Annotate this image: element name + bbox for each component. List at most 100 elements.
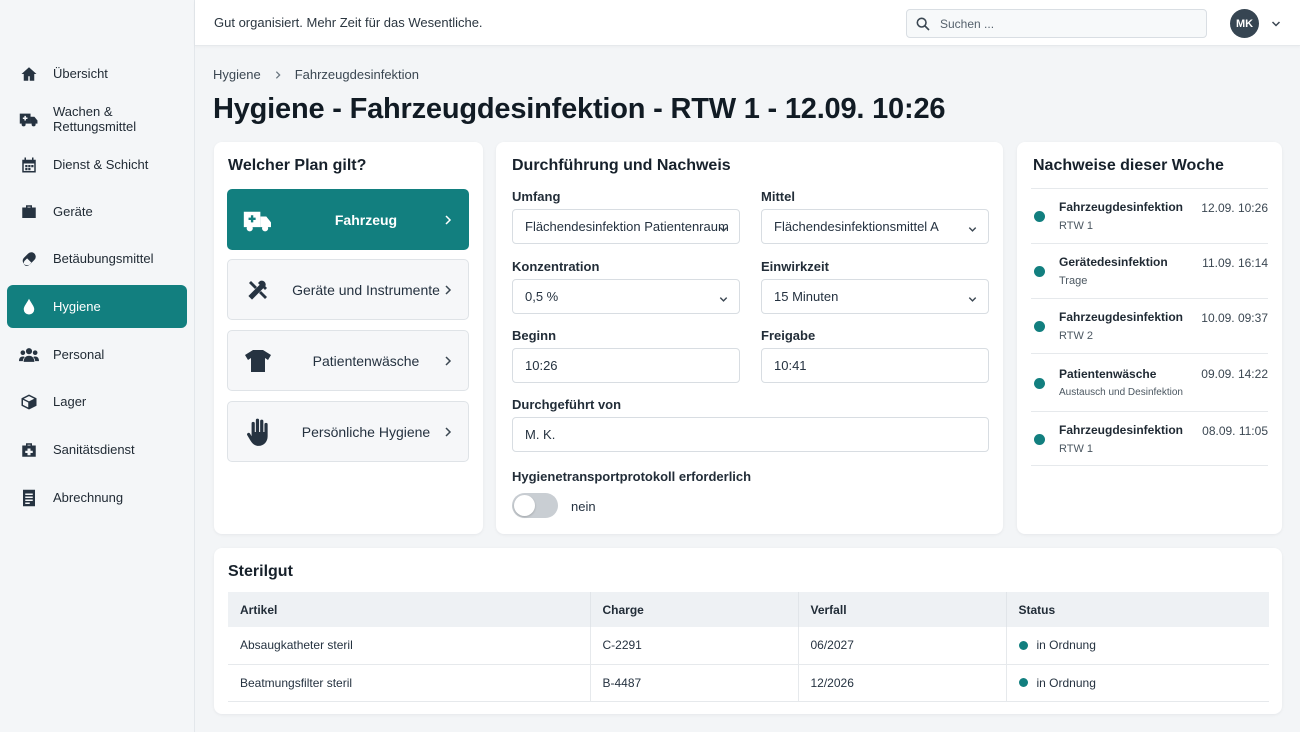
sidebar-item-personal[interactable]: Personal bbox=[7, 333, 187, 376]
sidebar-item-lager[interactable]: Lager bbox=[7, 380, 187, 423]
status-dot bbox=[1034, 434, 1045, 445]
sidebar-item-wachen[interactable]: Wachen & Rettungsmittel bbox=[7, 97, 187, 140]
status-dot bbox=[1018, 640, 1028, 650]
protokoll-toggle[interactable] bbox=[512, 493, 558, 518]
execution-card-title: Durchführung und Nachweis bbox=[512, 157, 731, 174]
beginn-field[interactable]: 10:26 bbox=[512, 348, 740, 383]
sidebar-item-sanitaetsdienst[interactable]: Sanitätsdienst bbox=[7, 428, 187, 471]
cell-status: in Ordnung bbox=[1006, 664, 1269, 702]
chevron-down-icon bbox=[718, 223, 729, 238]
list-item-subtitle: Austausch und Desinfektion bbox=[1059, 387, 1183, 398]
list-item-subtitle: RTW 1 bbox=[1059, 220, 1094, 232]
list-item-title: Gerätedesinfektion bbox=[1059, 255, 1168, 269]
steril-card: Sterilgut Artikel Charge Verfall Status … bbox=[214, 548, 1282, 714]
table-row[interactable]: Beatmungsfilter steril B-4487 12/2026 in… bbox=[228, 664, 1269, 702]
list-item-title: Fahrzeugdesinfektion bbox=[1059, 200, 1184, 214]
list-item-time: 11.09. 16:14 bbox=[1202, 256, 1268, 270]
protokoll-label: Hygienetransportprotokoll erforderlich bbox=[512, 469, 752, 484]
chevron-down-icon bbox=[967, 223, 978, 238]
plan-option-label: Patientenwäsche bbox=[312, 352, 420, 369]
beginn-label: Beginn bbox=[512, 328, 557, 343]
einwirkzeit-label: Einwirkzeit bbox=[761, 259, 829, 274]
sidebar: Übersicht Wachen & Rettungsmittel Dienst… bbox=[0, 0, 195, 732]
konzentration-value: 0,5 % bbox=[525, 289, 559, 304]
avatar[interactable]: MK bbox=[1230, 9, 1259, 38]
sidebar-item-label: Betäubungsmittel bbox=[53, 251, 154, 266]
cell-status: in Ordnung bbox=[1006, 627, 1269, 665]
sidebar-item-geraete[interactable]: Geräte bbox=[7, 190, 187, 233]
sidebar-item-dienst[interactable]: Dienst & Schicht bbox=[7, 143, 187, 186]
status-dot bbox=[1018, 677, 1028, 687]
list-item[interactable]: Patientenwäsche Austausch und Desinfekti… bbox=[1031, 353, 1268, 411]
freigabe-label: Freigabe bbox=[761, 328, 816, 343]
week-list: Fahrzeugdesinfektion RTW 1 12.09. 10:26 … bbox=[1031, 188, 1268, 466]
freigabe-field[interactable]: 10:41 bbox=[761, 348, 989, 383]
sidebar-item-uebersicht[interactable]: Übersicht bbox=[7, 52, 187, 95]
search-input[interactable] bbox=[940, 16, 1180, 31]
breadcrumb: Hygiene Fahrzeugdesinfektion bbox=[213, 67, 419, 82]
list-item-title: Fahrzeugdesinfektion bbox=[1059, 310, 1184, 324]
mittel-select[interactable]: Flächendesinfektionsmittel A bbox=[761, 209, 989, 244]
umfang-select[interactable]: Flächendesinfektion Patientenraum bbox=[512, 209, 740, 244]
column-header-verfall[interactable]: Verfall bbox=[798, 592, 1007, 627]
tools-icon bbox=[228, 278, 288, 302]
cell-artikel: Beatmungsfilter steril bbox=[228, 664, 591, 702]
cell-artikel: Absaugkatheter steril bbox=[228, 627, 591, 665]
chevron-down-icon bbox=[718, 293, 729, 308]
mittel-value: Flächendesinfektionsmittel A bbox=[774, 219, 939, 234]
sidebar-item-label: Lager bbox=[53, 394, 87, 409]
column-header-artikel[interactable]: Artikel bbox=[228, 592, 591, 627]
calendar-icon bbox=[19, 155, 39, 175]
chevron-right-icon bbox=[442, 283, 454, 299]
status-dot bbox=[1034, 321, 1045, 332]
sidebar-item-hygiene[interactable]: Hygiene bbox=[7, 285, 187, 328]
konzentration-select[interactable]: 0,5 % bbox=[512, 279, 740, 314]
protokoll-state: nein bbox=[571, 499, 596, 514]
steril-table: Artikel Charge Verfall Status Absaugkath… bbox=[228, 592, 1269, 702]
chevron-right-icon bbox=[442, 213, 454, 229]
beginn-value: 10:26 bbox=[525, 358, 558, 373]
status-dot bbox=[1034, 266, 1045, 277]
week-card: Nachweise dieser Woche Fahrzeugdesinfekt… bbox=[1017, 142, 1282, 534]
plan-option-label: Persönliche Hygiene bbox=[301, 423, 431, 440]
sidebar-item-betaeubungsmittel[interactable]: Betäubungsmittel bbox=[7, 237, 187, 280]
list-item-subtitle: RTW 2 bbox=[1059, 330, 1094, 342]
list-item[interactable]: Fahrzeugdesinfektion RTW 2 10.09. 09:37 bbox=[1031, 298, 1268, 353]
list-item[interactable]: Gerätedesinfektion Trage 11.09. 16:14 bbox=[1031, 243, 1268, 298]
status-dot bbox=[1034, 378, 1045, 389]
plan-card: Welcher Plan gilt? Fahrzeug Geräte und I… bbox=[214, 142, 483, 534]
week-card-title: Nachweise dieser Woche bbox=[1033, 157, 1224, 174]
plan-option-geraete[interactable]: Geräte und Instrumente bbox=[227, 259, 469, 320]
list-item[interactable]: Fahrzeugdesinfektion RTW 1 12.09. 10:26 bbox=[1031, 188, 1268, 243]
plan-option-fahrzeug[interactable]: Fahrzeug bbox=[227, 189, 469, 250]
plan-option-persoenliche-hygiene[interactable]: Persönliche Hygiene bbox=[227, 401, 469, 462]
toggle-knob bbox=[514, 495, 535, 516]
people-icon bbox=[19, 345, 39, 365]
durchgefuehrt-field[interactable]: M. K. bbox=[512, 417, 989, 452]
column-header-status[interactable]: Status bbox=[1006, 592, 1269, 627]
chevron-right-icon bbox=[442, 354, 454, 370]
topbar: Gut organisiert. Mehr Zeit für das Wesen… bbox=[195, 0, 1300, 46]
column-header-charge[interactable]: Charge bbox=[590, 592, 799, 627]
table-header-row: Artikel Charge Verfall Status bbox=[228, 592, 1269, 627]
sidebar-item-abrechnung[interactable]: Abrechnung bbox=[7, 476, 187, 519]
status-text: in Ordnung bbox=[1036, 675, 1096, 690]
steril-card-title: Sterilgut bbox=[228, 563, 293, 580]
briefcase-icon bbox=[19, 202, 39, 222]
document-icon bbox=[19, 488, 39, 508]
search-box[interactable] bbox=[906, 9, 1207, 38]
breadcrumb-item-hygiene[interactable]: Hygiene bbox=[213, 67, 261, 82]
list-item[interactable]: Fahrzeugdesinfektion RTW 1 08.09. 11:05 bbox=[1031, 411, 1268, 466]
list-item-time: 09.09. 14:22 bbox=[1201, 367, 1268, 381]
einwirkzeit-select[interactable]: 15 Minuten bbox=[761, 279, 989, 314]
chevron-right-icon bbox=[442, 425, 454, 441]
chevron-down-icon[interactable] bbox=[1270, 17, 1282, 35]
status-text: in Ordnung bbox=[1036, 638, 1096, 653]
einwirkzeit-value: 15 Minuten bbox=[774, 289, 839, 304]
mittel-label: Mittel bbox=[761, 189, 795, 204]
search-icon bbox=[915, 16, 931, 32]
breadcrumb-item-current: Fahrzeugdesinfektion bbox=[294, 67, 420, 82]
table-row[interactable]: Absaugkatheter steril C-2291 06/2027 in … bbox=[228, 627, 1269, 665]
shirt-icon bbox=[228, 349, 288, 373]
plan-option-patientenwaesche[interactable]: Patientenwäsche bbox=[227, 330, 469, 391]
